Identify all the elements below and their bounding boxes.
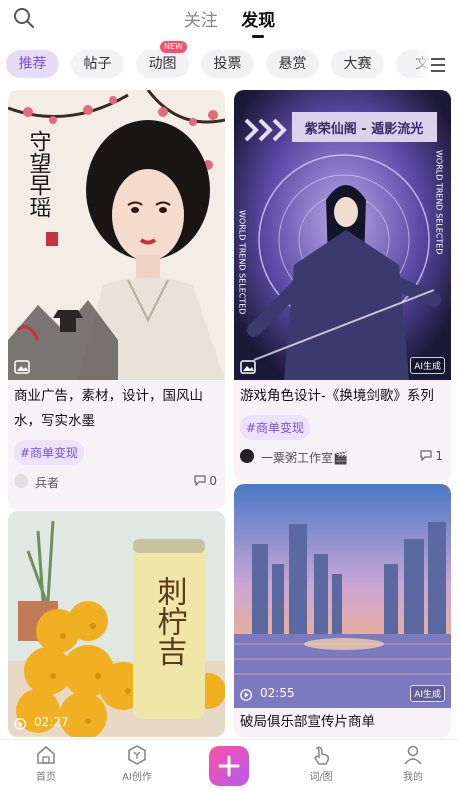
nav-prompt-label: 词/图	[309, 772, 333, 783]
drink-product-image: 刺柠吉	[8, 511, 225, 737]
comment-count[interactable]: 0	[193, 474, 217, 488]
chip-vote[interactable]: 投票	[201, 50, 254, 78]
category-chips: 推荐 帖子 动图 NEW 投票 悬赏 大赛 文	[0, 41, 459, 84]
nav-ai-create[interactable]: AI创作	[107, 744, 167, 783]
image-icon	[240, 360, 256, 374]
card-title: 游戏角色设计-《换境剑歌》系列	[240, 388, 434, 404]
comment-count[interactable]: 1	[419, 449, 443, 463]
play-icon	[14, 718, 27, 730]
tab-follow[interactable]: 关注	[184, 6, 218, 31]
nav-home[interactable]: 首页	[16, 744, 76, 783]
top-header: 关注 发现	[0, 0, 459, 40]
card-author-row: 一粟粥工作室🎬 1	[234, 446, 451, 468]
new-badge: NEW	[160, 41, 187, 53]
feed-card[interactable]: 刺柠吉 02:27	[8, 511, 225, 737]
nav-profile[interactable]: 我的	[383, 744, 443, 783]
svg-text:WORLD TREND SELECTED: WORLD TREND SELECTED	[238, 210, 247, 314]
comment-count-value: 0	[209, 474, 217, 488]
card-image: 刺柠吉 02:27	[8, 511, 225, 737]
svg-text:WORLD TREND SELECTED: WORLD TREND SELECTED	[435, 150, 444, 254]
chip-bounty[interactable]: 悬赏	[266, 50, 319, 78]
video-duration: 02:55	[260, 686, 295, 700]
feed-card[interactable]: 02:55 AI生成 破局俱乐部宣传片商单	[234, 484, 451, 738]
card-title: 破局俱乐部宣传片商单	[240, 714, 375, 730]
nav-ai-create-label: AI创作	[122, 772, 152, 783]
home-icon	[37, 745, 55, 764]
card-author-row: 兵者 0	[8, 471, 225, 493]
menu-icon	[431, 58, 445, 72]
card-image: 紫荣仙阁 - 遁影流光 WORLD TREND SELECTED WORLD T…	[234, 90, 451, 380]
svg-text:刺柠吉: 刺柠吉	[152, 576, 188, 666]
card-tag[interactable]: #商单变现	[14, 440, 85, 465]
profile-icon	[404, 745, 422, 765]
nav-prompt[interactable]: 词/图	[291, 744, 351, 783]
prompt-icon	[314, 746, 329, 765]
ai-create-icon	[128, 745, 146, 765]
plus-icon	[218, 755, 240, 777]
chip-contest[interactable]: 大赛	[331, 50, 384, 78]
feed-card[interactable]: 紫荣仙阁 - 遁影流光 WORLD TREND SELECTED WORLD T…	[234, 90, 451, 483]
chip-posts[interactable]: 帖子	[71, 50, 124, 78]
comment-count-value: 1	[435, 449, 443, 463]
svg-text:紫荣仙阁 - 遁影流光: 紫荣仙阁 - 遁影流光	[305, 121, 423, 137]
create-post-button[interactable]	[209, 746, 249, 786]
card-image: 02:55 AI生成	[234, 484, 451, 708]
bottom-nav: 首页 AI创作 词/图 我的	[0, 739, 459, 791]
avatar[interactable]	[240, 449, 254, 463]
discover-page: 关注 发现 推荐 帖子 动图 NEW 投票 悬赏 大赛 文	[0, 0, 459, 791]
top-tabs: 关注 发现	[0, 6, 459, 38]
play-icon	[240, 689, 253, 701]
chip-animated[interactable]: 动图 NEW	[136, 41, 189, 78]
ai-generated-badge: AI生成	[410, 685, 445, 702]
game-character-image: 紫荣仙阁 - 遁影流光 WORLD TREND SELECTED WORLD T…	[234, 90, 451, 380]
card-tag[interactable]: #商单变现	[240, 415, 311, 440]
ink-painting-image: 守望早瑶	[8, 90, 225, 380]
chips-menu-button[interactable]	[417, 50, 459, 80]
comment-icon	[193, 475, 206, 487]
card-image: 守望早瑶	[8, 90, 225, 380]
nav-home-label: 首页	[36, 772, 56, 783]
ai-generated-badge: AI生成	[410, 357, 445, 374]
nav-profile-label: 我的	[403, 772, 423, 783]
video-duration: 02:27	[34, 715, 69, 729]
city-sunset-image	[234, 484, 451, 708]
avatar[interactable]	[14, 474, 28, 488]
feed-card[interactable]: 守望早瑶 商业广告，素材，设计，国风山水，写实水墨 #商单变现 兵者 0	[8, 90, 225, 510]
comment-icon	[419, 450, 432, 462]
author-name[interactable]: 兵者	[35, 474, 59, 491]
chip-animated-label: 动图	[148, 56, 177, 72]
tab-discover[interactable]: 发现	[241, 6, 275, 38]
author-name[interactable]: 一粟粥工作室🎬	[261, 449, 348, 466]
chip-recommend[interactable]: 推荐	[6, 50, 59, 78]
card-title: 商业广告，素材，设计，国风山水，写实水墨	[14, 388, 203, 429]
svg-text:守望早瑶: 守望早瑶	[26, 130, 52, 218]
image-icon	[14, 360, 30, 374]
